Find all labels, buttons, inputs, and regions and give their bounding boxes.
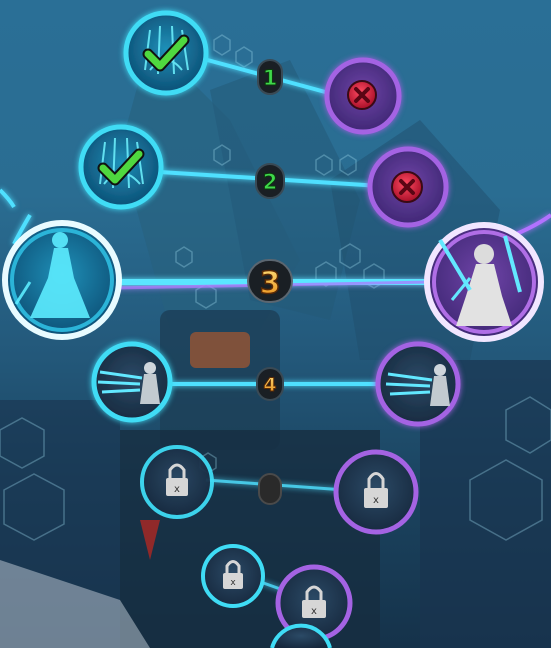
- stage-4-opponent-node[interactable]: [375, 341, 461, 427]
- stage-4-marker: 4: [256, 367, 284, 401]
- stage-5-opponent-node[interactable]: x: [333, 449, 419, 535]
- stage-1-marker: 1: [257, 59, 283, 95]
- stage-2-player-node[interactable]: [78, 124, 164, 210]
- stage-3-opponent-node[interactable]: [424, 222, 544, 342]
- stage-5-player-node[interactable]: x: [140, 445, 214, 519]
- stage-4-number: 4: [263, 374, 276, 396]
- lock-mark: x: [311, 606, 317, 617]
- lock-mark: x: [174, 484, 180, 495]
- stage-3-marker: 3: [247, 259, 293, 303]
- stage-1-opponent-node[interactable]: [324, 57, 402, 135]
- stage-5-marker: [258, 473, 282, 505]
- stage-1-player-node[interactable]: [123, 10, 209, 96]
- stage-4-player-node[interactable]: [91, 341, 173, 423]
- stage-2-opponent-node[interactable]: [367, 146, 449, 228]
- stage-2-number: 2: [263, 170, 278, 194]
- lock-mark: x: [373, 495, 379, 506]
- stage-1-number: 1: [263, 66, 278, 90]
- lock-mark: x: [230, 578, 236, 588]
- stage-6-player-node[interactable]: x: [201, 544, 265, 608]
- bracket-canvas: 1 2 3 4 x x x x: [0, 10, 551, 648]
- bracket-screen: 1 2 3 4 x x x x: [0, 0, 551, 648]
- stage-3-number: 3: [260, 266, 281, 301]
- stage-3-player-node[interactable]: [2, 220, 122, 340]
- stage-2-marker: 2: [255, 163, 285, 199]
- background-scenery: [0, 40, 551, 648]
